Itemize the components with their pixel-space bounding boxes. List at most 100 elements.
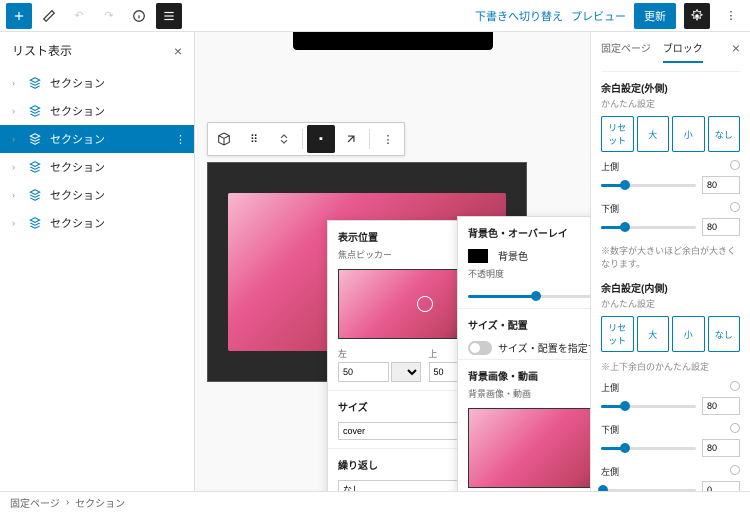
margin-slider[interactable]: [601, 489, 696, 492]
easy-setting-label: かんたん設定: [601, 297, 740, 310]
close-icon[interactable]: ×: [174, 43, 182, 59]
size-config-title: サイズ・配置: [468, 317, 528, 332]
sidebar-item-section[interactable]: › セクション: [0, 97, 194, 125]
size-config-toggle[interactable]: [468, 341, 492, 355]
opacity-slider[interactable]: [468, 295, 590, 298]
chevron-right-icon: ›: [12, 190, 20, 200]
left-input[interactable]: [338, 362, 389, 382]
repeat-label: 繰り返し: [338, 457, 378, 472]
margin-input[interactable]: [702, 397, 740, 415]
undo-icon[interactable]: ↶: [66, 3, 92, 29]
move-icon[interactable]: [270, 125, 298, 153]
reset-icon[interactable]: [730, 160, 740, 170]
more-options-icon[interactable]: ⋮: [374, 125, 402, 153]
margin-input[interactable]: [702, 176, 740, 194]
settings-icon[interactable]: [684, 3, 710, 29]
layers-icon: [28, 216, 42, 230]
list-view-title: リスト表示: [12, 42, 72, 59]
preset-button[interactable]: なし: [708, 316, 741, 352]
preset-button[interactable]: なし: [708, 116, 741, 152]
color-swatch[interactable]: [468, 249, 488, 263]
edit-icon[interactable]: [36, 3, 62, 29]
slider-label: 上側: [601, 160, 619, 173]
align-icon[interactable]: ▪: [307, 125, 335, 153]
redo-icon[interactable]: ↷: [96, 3, 122, 29]
sidebar-item-section[interactable]: › セクション ⋮: [0, 125, 194, 153]
fullwidth-icon[interactable]: [337, 125, 365, 153]
sidebar-item-section[interactable]: ›セクション: [0, 153, 194, 181]
sidebar-item-section[interactable]: › セクション: [0, 69, 194, 97]
media-title: 背景画像・動画: [468, 368, 538, 383]
preset-button[interactable]: 小: [672, 116, 705, 152]
display-position-title: 表示位置: [338, 229, 378, 244]
breadcrumb-sep: ›: [66, 497, 69, 508]
media-thumbnail[interactable]: [468, 408, 590, 488]
reset-icon[interactable]: [730, 423, 740, 433]
sidebar-item-section[interactable]: › セクション: [0, 209, 194, 237]
margin-slider[interactable]: [601, 447, 696, 450]
bg-color-label: 背景色: [498, 248, 528, 263]
breadcrumb-page[interactable]: 固定ページ: [10, 495, 60, 510]
margin-slider[interactable]: [601, 405, 696, 408]
outer-margin-title: 余白設定(外側): [601, 80, 740, 95]
tree-item-label: セクション: [50, 131, 105, 147]
media-sub-label: 背景画像・動画: [458, 387, 590, 404]
notch-bar: [293, 32, 493, 50]
tree-item-label: セクション: [50, 103, 105, 119]
overlay-popup: 背景色・オーバーレイ⌃ 背景色 不透明度 サイズ・配置⌃ サイズ・配置を指定する…: [457, 216, 590, 491]
chevron-right-icon: ›: [12, 134, 20, 144]
update-button[interactable]: 更新: [634, 3, 676, 29]
preview-link[interactable]: プレビュー: [571, 8, 626, 24]
block-toolbar: ⠿ ▪ ⋮: [207, 122, 405, 156]
list-view-icon[interactable]: [156, 3, 182, 29]
inner-note: ※上下余白のかんたん設定: [601, 360, 740, 373]
margin-input[interactable]: [702, 481, 740, 491]
overlay-title: 背景色・オーバーレイ: [468, 225, 568, 240]
margin-note: ※数字が大きいほど余白が大きくなります。: [601, 244, 740, 270]
size-config-text: サイズ・配置を指定する: [498, 340, 590, 355]
tree-item-label: セクション: [50, 187, 105, 203]
layers-icon: [28, 188, 42, 202]
layers-icon: [28, 104, 42, 118]
layers-icon: [28, 76, 42, 90]
more-icon[interactable]: ⋮: [175, 133, 186, 146]
slider-label: 上側: [601, 381, 619, 394]
preset-button[interactable]: 大: [637, 116, 670, 152]
reset-icon[interactable]: [730, 465, 740, 475]
chevron-right-icon: ›: [12, 78, 20, 88]
close-icon[interactable]: ×: [732, 40, 740, 63]
margin-input[interactable]: [702, 218, 740, 236]
slider-label: 下側: [601, 202, 619, 215]
preset-button[interactable]: リセット: [601, 116, 634, 152]
easy-setting-label: かんたん設定: [601, 97, 740, 110]
size-label: サイズ: [338, 399, 368, 414]
reset-icon[interactable]: [730, 381, 740, 391]
more-icon[interactable]: ⋮: [718, 3, 744, 29]
margin-slider[interactable]: [601, 184, 696, 187]
tab-page[interactable]: 固定ページ: [601, 40, 651, 63]
inner-margin-title: 余白設定(内側): [601, 280, 740, 295]
add-block-button[interactable]: [6, 3, 32, 29]
chevron-right-icon: ›: [12, 106, 20, 116]
layers-icon: [28, 132, 42, 146]
tab-block[interactable]: ブロック: [663, 40, 703, 63]
block-type-icon[interactable]: [210, 125, 238, 153]
switch-to-draft-link[interactable]: 下書きへ切り替え: [475, 8, 563, 24]
opacity-label: 不透明度: [458, 267, 590, 284]
chevron-right-icon: ›: [12, 162, 20, 172]
margin-input[interactable]: [702, 439, 740, 457]
sidebar-item-section[interactable]: › セクション: [0, 181, 194, 209]
preset-button[interactable]: 小: [672, 316, 705, 352]
reset-icon[interactable]: [730, 202, 740, 212]
preset-button[interactable]: 大: [637, 316, 670, 352]
drag-handle-icon[interactable]: ⠿: [240, 125, 268, 153]
preset-button[interactable]: リセット: [601, 316, 634, 352]
tree-item-label: セクション: [50, 215, 105, 231]
tree-item-label: セクション: [50, 75, 105, 91]
margin-slider[interactable]: [601, 226, 696, 229]
breadcrumb-section[interactable]: セクション: [75, 495, 125, 510]
left-unit-select[interactable]: %: [391, 362, 421, 382]
info-icon[interactable]: [126, 3, 152, 29]
chevron-right-icon: ›: [12, 218, 20, 228]
left-label: 左: [338, 347, 421, 360]
